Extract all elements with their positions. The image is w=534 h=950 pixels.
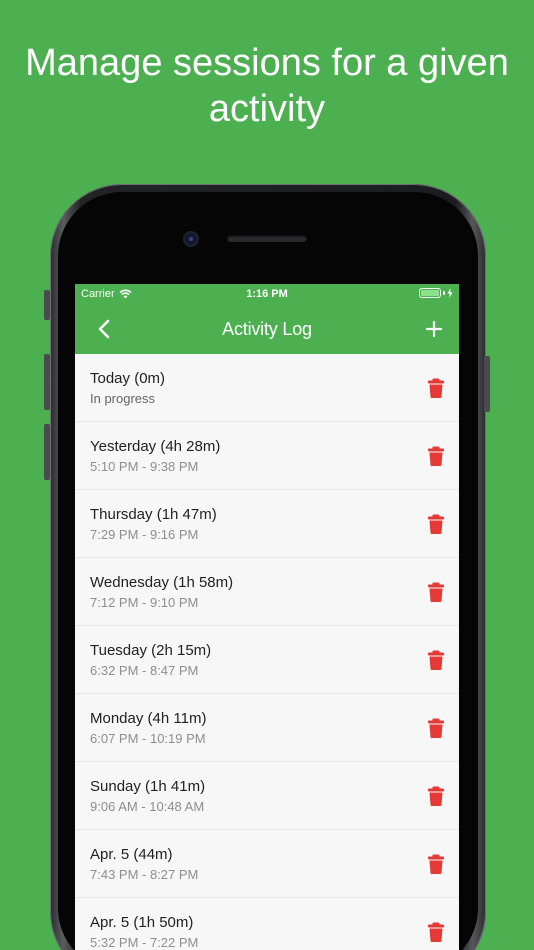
delete-session-button[interactable]: [427, 786, 445, 807]
session-title: Wednesday (1h 58m): [90, 574, 234, 591]
earpiece-speaker: [227, 235, 307, 242]
app-screen: Carrier 1:16 PM Activity Log Today (0m) …: [75, 284, 459, 950]
session-title: Apr. 5 (1h 50m): [90, 914, 194, 931]
battery-icon: [419, 288, 441, 298]
session-row[interactable]: Wednesday (1h 58m) 7:12 PM - 9:10 PM: [75, 558, 459, 626]
session-title: Today (0m): [90, 370, 166, 387]
session-time-range: 7:12 PM - 9:10 PM: [90, 595, 199, 610]
session-time-range: 7:43 PM - 8:27 PM: [90, 867, 199, 882]
session-title: Apr. 5 (44m): [90, 846, 173, 863]
session-row[interactable]: Thursday (1h 47m) 7:29 PM - 9:16 PM: [75, 490, 459, 558]
trash-icon: [428, 650, 444, 671]
delete-session-button[interactable]: [427, 514, 445, 535]
trash-icon: [428, 786, 444, 807]
session-title: Yesterday (4h 28m): [90, 438, 221, 455]
session-row[interactable]: Sunday (1h 41m) 9:06 AM - 10:48 AM: [75, 762, 459, 830]
session-row[interactable]: Monday (4h 11m) 6:07 PM - 10:19 PM: [75, 694, 459, 762]
session-row[interactable]: Tuesday (2h 15m) 6:32 PM - 8:47 PM: [75, 626, 459, 694]
trash-icon: [428, 718, 444, 739]
battery-indicator: [419, 288, 453, 298]
trash-icon: [428, 378, 444, 399]
silent-switch: [44, 290, 50, 320]
delete-session-button[interactable]: [427, 718, 445, 739]
session-title: Sunday (1h 41m): [90, 778, 206, 795]
trash-icon: [428, 446, 444, 467]
delete-session-button[interactable]: [427, 378, 445, 399]
trash-icon: [428, 922, 444, 943]
delete-session-button[interactable]: [427, 650, 445, 671]
status-bar: Carrier 1:16 PM: [75, 284, 459, 304]
session-row[interactable]: Yesterday (4h 28m) 5:10 PM - 9:38 PM: [75, 422, 459, 490]
power-button: [484, 356, 490, 412]
trash-icon: [428, 582, 444, 603]
plus-icon: [426, 321, 442, 337]
delete-session-button[interactable]: [427, 854, 445, 875]
session-time-range: 5:32 PM - 7:22 PM: [90, 935, 199, 950]
trash-icon: [428, 514, 444, 535]
charging-bolt-icon: [447, 288, 453, 298]
delete-session-button[interactable]: [427, 582, 445, 603]
trash-icon: [428, 854, 444, 875]
volume-down-button: [44, 424, 50, 480]
add-session-button[interactable]: [419, 314, 449, 344]
session-title: Thursday (1h 47m): [90, 506, 217, 523]
session-time-range: 5:10 PM - 9:38 PM: [90, 459, 199, 474]
page-title: Activity Log: [222, 319, 312, 339]
front-camera: [185, 233, 197, 245]
session-time-range: In progress: [90, 391, 156, 406]
session-list: Today (0m) In progress Yesterday (4h 28m…: [75, 354, 459, 950]
session-time-range: 6:32 PM - 8:47 PM: [90, 663, 199, 678]
delete-session-button[interactable]: [427, 922, 445, 943]
session-time-range: 7:29 PM - 9:16 PM: [90, 527, 199, 542]
headline: Manage sessions for a given activity: [25, 42, 509, 130]
nav-bar: Activity Log: [75, 304, 459, 354]
session-row[interactable]: Apr. 5 (44m) 7:43 PM - 8:27 PM: [75, 830, 459, 898]
session-row[interactable]: Apr. 5 (1h 50m) 5:32 PM - 7:22 PM: [75, 898, 459, 950]
session-time-range: 9:06 AM - 10:48 AM: [90, 799, 205, 814]
volume-up-button: [44, 354, 50, 410]
session-title: Tuesday (2h 15m): [90, 642, 212, 659]
session-title: Monday (4h 11m): [90, 710, 207, 727]
status-time: 1:16 PM: [246, 288, 288, 300]
delete-session-button[interactable]: [427, 446, 445, 467]
session-row[interactable]: Today (0m) In progress: [75, 354, 459, 422]
session-time-range: 6:07 PM - 10:19 PM: [90, 731, 206, 746]
